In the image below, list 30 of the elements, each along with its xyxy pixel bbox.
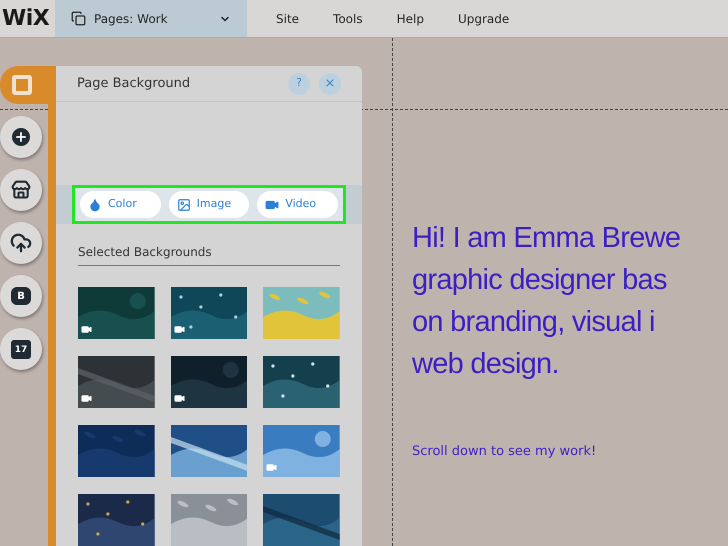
heading-line: Hi! I am Emma Brewe xyxy=(412,221,680,256)
store-icon xyxy=(11,180,31,200)
logo[interactable]: WiX xyxy=(0,2,55,35)
background-type-button[interactable]: Image xyxy=(168,191,250,218)
droplet-icon xyxy=(88,198,102,212)
subtext: Scroll down to see my work! xyxy=(412,443,598,461)
heading-line: web design. xyxy=(412,347,560,382)
panel-title: Page Background xyxy=(77,74,192,93)
menu-item[interactable]: Site xyxy=(276,10,300,28)
menu-item[interactable]: Help xyxy=(396,10,424,28)
square-icon xyxy=(12,75,32,95)
menu-item[interactable]: Upgrade xyxy=(458,10,510,28)
pages-icon xyxy=(71,11,86,26)
cloud-upload-icon xyxy=(10,232,32,254)
heading-line: graphic designer bas xyxy=(412,263,668,298)
tool-button[interactable] xyxy=(0,222,42,264)
tool-button[interactable]: B xyxy=(0,275,42,317)
background-type-button[interactable]: Color xyxy=(80,191,161,218)
tool-button[interactable]: 17 xyxy=(0,328,42,370)
heading-line: on branding, visual i xyxy=(412,305,656,340)
add-icon xyxy=(12,128,30,146)
menu-item[interactable]: Tools xyxy=(333,10,363,28)
section-title: Selected Backgrounds xyxy=(78,243,340,266)
background-type-button[interactable]: Video xyxy=(257,191,338,218)
calendar-icon: 17 xyxy=(11,340,31,358)
image-icon xyxy=(176,198,191,212)
chat-bubble-icon: B xyxy=(11,287,31,305)
pages-dropdown[interactable]: Pages: Work xyxy=(55,0,247,37)
tool-button[interactable] xyxy=(0,116,42,158)
tool-button[interactable] xyxy=(0,169,42,211)
